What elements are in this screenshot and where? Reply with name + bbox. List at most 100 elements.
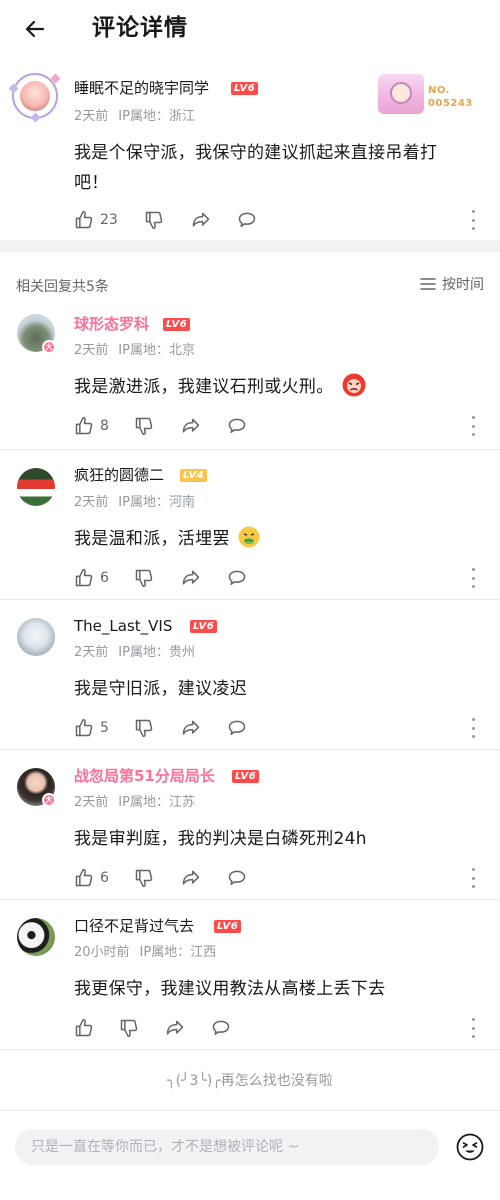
reply-item: 大 球形态罗科 LV6 2天前 IP属地：北京 我是激进派，我建议石刑或火刑。 8 — [0, 300, 500, 450]
more-options-button[interactable] — [468, 416, 478, 436]
thumbs-up-icon — [75, 568, 93, 587]
reply-content[interactable]: 我是审判庭，我的判决是白磷死刑24h — [74, 824, 367, 854]
thumbs-down-icon — [120, 1019, 138, 1038]
comment-content[interactable]: 我是个保守派，我保守的建议抓起来直接吊着打 吧！ — [74, 138, 484, 198]
fan-number-value: 005243 — [428, 98, 473, 109]
thumbs-up-icon — [75, 1018, 93, 1037]
more-options-button[interactable] — [468, 1018, 478, 1038]
sort-by-time-button[interactable]: 按时间 — [420, 274, 484, 294]
dislike-button[interactable] — [134, 866, 154, 890]
reply-text: 我是守旧派，建议凌迟 — [74, 679, 247, 699]
reply-content[interactable]: 我是激进派，我建议石刑或火刑。 — [74, 372, 367, 402]
avatar[interactable] — [17, 618, 55, 656]
username[interactable]: 睡眠不足的晓宇同学 — [74, 78, 209, 98]
reply-button[interactable] — [236, 208, 258, 232]
more-options-button[interactable] — [468, 568, 478, 588]
thumbs-up-icon — [75, 210, 93, 229]
timestamp: 20小时前 — [74, 945, 130, 960]
comment-meta: 2天前 IP属地：浙江 — [74, 108, 205, 125]
like-button[interactable]: 23 — [74, 208, 118, 232]
dot — [471, 227, 475, 230]
avatar[interactable] — [17, 468, 55, 506]
reply-button[interactable] — [226, 866, 248, 890]
username[interactable]: The_Last_VIS — [74, 616, 172, 636]
avatar[interactable] — [8, 73, 61, 123]
ip-location: IP属地：浙江 — [118, 109, 195, 124]
reply-actions: 6 — [74, 866, 494, 890]
reply-meta: 2天前 IP属地：贵州 — [74, 644, 205, 661]
reply-content[interactable]: 我是守旧派，建议凌迟 — [74, 674, 247, 704]
reply-content[interactable]: 我更保守，我建议用教法从高楼上丢下去 — [74, 974, 385, 1004]
thumbs-down-icon — [145, 211, 163, 230]
fan-medal-badge[interactable] — [378, 74, 424, 114]
avatar[interactable] — [17, 918, 55, 956]
dot — [471, 585, 475, 588]
username[interactable]: 战忽局第51分局局长 — [74, 766, 215, 786]
like-button[interactable]: 6 — [74, 866, 109, 890]
reply-content[interactable]: 我是温和派，活埋罢 — [74, 524, 261, 554]
level-badge: LV6 — [232, 770, 260, 783]
reply-actions: 6 — [74, 566, 494, 590]
chat-bubble-icon — [238, 212, 256, 227]
reply-text: 我是审判庭，我的判决是白磷死刑24h — [74, 829, 367, 849]
dislike-button[interactable] — [134, 716, 154, 740]
like-button[interactable] — [74, 1016, 94, 1040]
comment-line: 吧！ — [74, 173, 109, 193]
thumbs-down-icon — [135, 869, 153, 888]
reply-actions — [74, 1016, 494, 1040]
emoji-face-icon — [456, 1133, 484, 1161]
level-badge: LV6 — [214, 920, 242, 933]
reply-meta: 20小时前 IP属地：江西 — [74, 944, 226, 961]
share-button[interactable] — [180, 566, 202, 590]
level-badge: LV6 — [163, 318, 191, 331]
dot — [471, 1035, 475, 1038]
more-options-button[interactable] — [468, 210, 478, 230]
reply-button[interactable] — [226, 716, 248, 740]
level-badge: LV6 — [190, 620, 218, 633]
dislike-button[interactable] — [134, 414, 154, 438]
reply-item: 大 战忽局第51分局局长 LV6 2天前 IP属地：江苏 我是审判庭，我的判决是白… — [0, 750, 500, 900]
like-button[interactable]: 8 — [74, 414, 109, 438]
thumbs-up-icon — [75, 718, 93, 737]
comment-input-bar — [0, 1110, 500, 1200]
dislike-button[interactable] — [134, 566, 154, 590]
dot — [471, 210, 475, 213]
dot — [471, 726, 475, 730]
angry-face-emoji-icon — [342, 373, 366, 397]
main-comment: 睡眠不足的晓宇同学 LV6 NO. 005243 2天前 IP属地：浙江 我是个保… — [0, 70, 500, 240]
dot — [471, 424, 475, 428]
username[interactable]: 疯狂的圆德二 — [74, 465, 164, 485]
share-icon — [166, 1020, 184, 1035]
dot — [471, 218, 475, 222]
level-badge: LV6 — [231, 82, 259, 95]
reply-button[interactable] — [226, 414, 248, 438]
comment-input[interactable] — [15, 1129, 439, 1165]
back-button[interactable] — [18, 12, 52, 46]
like-button[interactable]: 5 — [74, 716, 109, 740]
like-button[interactable]: 6 — [74, 566, 109, 590]
emoji-button[interactable] — [455, 1132, 485, 1162]
dislike-button[interactable] — [144, 208, 164, 232]
more-options-button[interactable] — [468, 868, 478, 888]
reply-text: 我是激进派，我建议石刑或火刑。 — [74, 377, 334, 397]
share-button[interactable] — [180, 866, 202, 890]
share-button[interactable] — [180, 716, 202, 740]
reply-actions: 5 — [74, 716, 494, 740]
timestamp: 2天前 — [74, 343, 109, 358]
dot — [471, 1018, 475, 1021]
username[interactable]: 球形态罗科 — [74, 314, 149, 334]
level-badge: LV4 — [180, 469, 208, 482]
share-button[interactable] — [164, 1016, 186, 1040]
thumbs-down-icon — [135, 417, 153, 436]
share-icon — [182, 418, 200, 433]
username[interactable]: 口径不足背过气去 — [74, 916, 194, 936]
share-button[interactable] — [190, 208, 212, 232]
share-button[interactable] — [180, 414, 202, 438]
dislike-button[interactable] — [119, 1016, 139, 1040]
more-options-button[interactable] — [468, 718, 478, 738]
reply-button[interactable] — [210, 1016, 232, 1040]
reply-actions: 8 — [74, 414, 494, 438]
reply-button[interactable] — [226, 566, 248, 590]
reply-text: 我更保守，我建议用教法从高楼上丢下去 — [74, 979, 386, 999]
avatar-image — [20, 81, 50, 111]
